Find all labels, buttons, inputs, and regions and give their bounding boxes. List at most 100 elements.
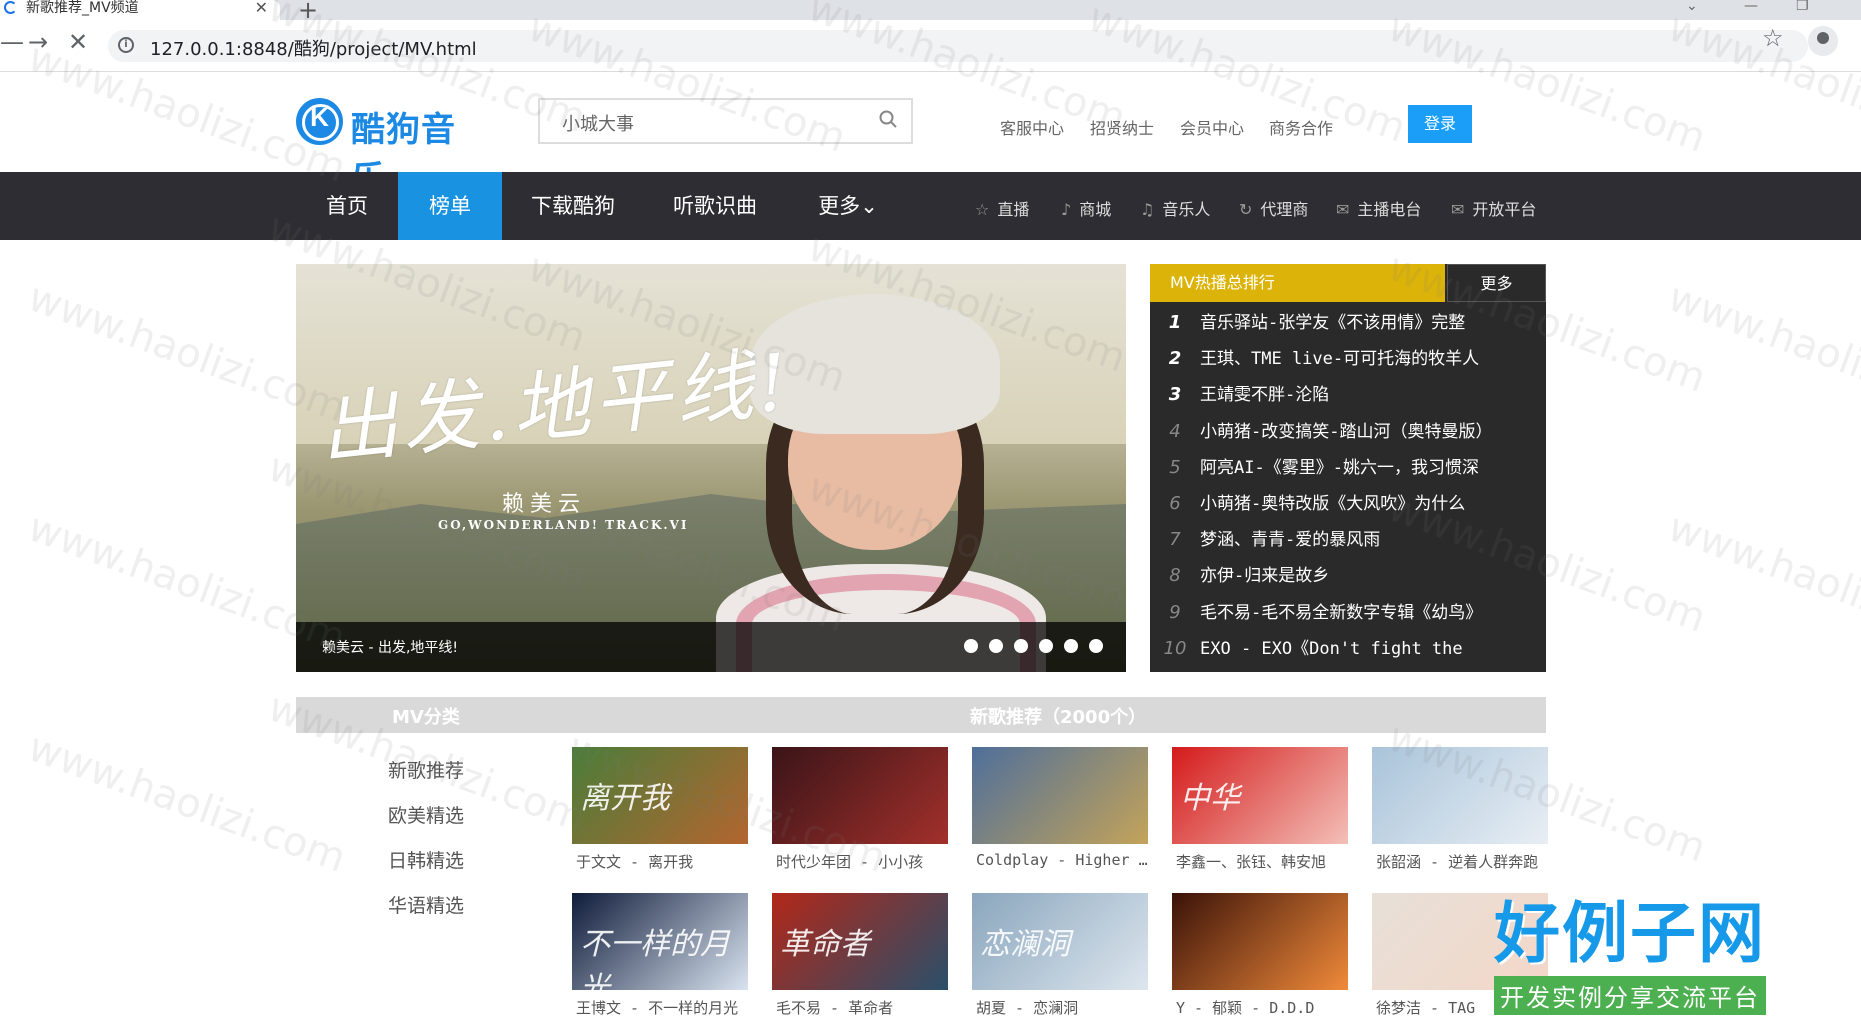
mv-card[interactable]: 革命者毛不易 - 革命者 bbox=[772, 893, 948, 1018]
main-nav: 首页 榜单 下载酷狗 听歌识曲 更多⌄ ☆ 直播 ♪ 商城 ♫ 音乐人 ↻ 代理商 ✉ 主… bbox=[0, 172, 1861, 240]
mv-caption[interactable]: 时代少年团 - 小小孩 bbox=[772, 851, 948, 872]
url-box[interactable]: i 127.0.0.1:8848/酷狗/project/MV.html bbox=[108, 30, 1808, 62]
nav-sub-mall[interactable]: ♪ 商城 bbox=[1061, 196, 1111, 220]
mv-thumbnail[interactable] bbox=[1172, 893, 1348, 990]
carousel-dot[interactable] bbox=[1014, 639, 1028, 653]
nav-sub-live[interactable]: ☆ 直播 bbox=[975, 196, 1029, 220]
nav-sub-agent[interactable]: ↻ 代理商 bbox=[1239, 196, 1308, 220]
stop-icon[interactable]: ✕ bbox=[68, 28, 88, 56]
mv-card[interactable]: 张韶涵 - 逆着人群奔跑 bbox=[1372, 747, 1548, 872]
link-jobs[interactable]: 招贤纳士 bbox=[1090, 115, 1154, 139]
mv-thumbnail[interactable] bbox=[972, 747, 1148, 844]
site-info-icon[interactable]: i bbox=[118, 37, 134, 53]
nav-sub-radio[interactable]: ✉ 主播电台 bbox=[1336, 196, 1421, 220]
mv-card[interactable]: 中华李鑫一、张钰、韩安旭 bbox=[1172, 747, 1348, 872]
link-business[interactable]: 商务合作 bbox=[1269, 115, 1333, 139]
category-new[interactable]: 新歌推荐 bbox=[388, 756, 464, 801]
carousel-dot[interactable] bbox=[989, 639, 1003, 653]
ranking-item[interactable]: 7 梦涵、青青-爱的暴风雨 bbox=[1150, 522, 1546, 558]
category-chinese[interactable]: 华语精选 bbox=[388, 891, 464, 936]
close-tab-icon[interactable]: ✕ bbox=[255, 0, 268, 16]
rank-number: 4 bbox=[1169, 420, 1181, 442]
browser-tab[interactable]: 新歌推荐_MV频道 ✕ bbox=[0, 0, 280, 20]
mv-caption[interactable]: 李鑫一、张钰、韩安旭 bbox=[1172, 851, 1348, 872]
mv-banner[interactable]: 出发.地平线! 赖美云 GO,WONDERLAND! TRACK.VI 赖美云 … bbox=[296, 264, 1126, 672]
mv-caption[interactable]: 张韶涵 - 逆着人群奔跑 bbox=[1372, 851, 1548, 872]
nav-download[interactable]: 下载酷狗 bbox=[520, 172, 626, 240]
nav-charts[interactable]: 榜单 bbox=[398, 172, 502, 240]
category-jpkr[interactable]: 日韩精选 bbox=[388, 846, 464, 891]
ranking-item[interactable]: 5 阿亮AI-《雾里》-姚六一，我习惯深 bbox=[1150, 450, 1546, 486]
back-icon[interactable]: — bbox=[0, 28, 24, 56]
rank-number: 2 bbox=[1168, 348, 1182, 370]
watermark-text: www.haolizi.com bbox=[22, 724, 352, 882]
kugou-logo[interactable]: K 酷狗音乐 bbox=[296, 96, 488, 199]
nav-more-label: 更多 bbox=[818, 194, 861, 218]
forward-icon[interactable]: → bbox=[28, 28, 48, 56]
mv-thumbnail[interactable]: 中华 bbox=[1172, 747, 1348, 844]
minimize-icon[interactable]: — bbox=[1744, 0, 1758, 14]
rank-number: 7 bbox=[1169, 529, 1181, 551]
mv-card[interactable]: 时代少年团 - 小小孩 bbox=[772, 747, 948, 872]
nav-more[interactable]: 更多⌄ bbox=[808, 172, 888, 240]
nav-sub-label: 代理商 bbox=[1260, 200, 1309, 219]
ranking-item[interactable]: 2 王琪、TME live-可可托海的牧羊人 bbox=[1150, 341, 1546, 377]
login-button[interactable]: 登录 bbox=[1408, 105, 1472, 143]
mv-card[interactable]: 不一样的月光王博文 - 不一样的月光 bbox=[572, 893, 748, 1018]
search-input[interactable]: 小城大事 bbox=[562, 110, 634, 136]
carousel-dot[interactable] bbox=[1089, 639, 1103, 653]
category-western[interactable]: 欧美精选 bbox=[388, 801, 464, 846]
ranking-item[interactable]: 9 毛不易-毛不易全新数字专辑《幼鸟》 bbox=[1150, 595, 1546, 631]
ranking-item[interactable]: 8 亦伊-归来是故乡 bbox=[1150, 558, 1546, 594]
mv-caption[interactable]: 胡夏 - 恋澜洞 bbox=[972, 997, 1148, 1018]
mv-card[interactable]: Y - 郁颖 - D.D.D bbox=[1172, 893, 1348, 1018]
bookmark-star-icon[interactable]: ☆ bbox=[1762, 24, 1784, 52]
mv-thumbnail[interactable]: 离开我 bbox=[572, 747, 748, 844]
rank-title: 音乐驿站-张学友《不该用情》完整 bbox=[1200, 313, 1466, 333]
nav-song-recognition[interactable]: 听歌识曲 bbox=[664, 172, 766, 240]
mv-thumbnail[interactable]: 革命者 bbox=[772, 893, 948, 990]
carousel-dot[interactable] bbox=[1064, 639, 1078, 653]
mv-card[interactable]: Coldplay - Higher Power bbox=[972, 747, 1148, 869]
ranking-item[interactable]: 10 EXO - EXO《Don't fight the bbox=[1150, 631, 1546, 667]
nav-sub-open-platform[interactable]: ✉ 开放平台 bbox=[1451, 196, 1536, 220]
mv-caption[interactable]: 于文文 - 离开我 bbox=[572, 851, 748, 872]
ranking-item[interactable]: 4 小萌猪-改变搞笑-踏山河（奥特曼版） bbox=[1150, 414, 1546, 450]
mv-caption[interactable]: 毛不易 - 革命者 bbox=[772, 997, 948, 1018]
rank-number: 8 bbox=[1169, 565, 1181, 587]
ranking-title: MV热播总排行 bbox=[1150, 264, 1445, 302]
link-customer-service[interactable]: 客服中心 bbox=[1000, 115, 1064, 139]
search-box[interactable]: 小城大事 bbox=[538, 98, 913, 144]
carousel-dot[interactable] bbox=[964, 639, 978, 653]
rank-title: 小萌猪-改变搞笑-踏山河（奥特曼版） bbox=[1200, 421, 1493, 442]
link-membership[interactable]: 会员中心 bbox=[1180, 115, 1244, 139]
mv-card[interactable]: 离开我于文文 - 离开我 bbox=[572, 747, 748, 872]
rank-title: EXO - EXO《Don't fight the bbox=[1200, 638, 1463, 659]
star-icon: ☆ bbox=[975, 200, 990, 219]
tab-search-icon[interactable]: ⌄ bbox=[1686, 0, 1698, 14]
carousel-dot[interactable] bbox=[1039, 639, 1053, 653]
corner-logo-small: 开发实例分享交流平台 bbox=[1494, 976, 1766, 1015]
mv-card[interactable]: 恋澜洞胡夏 - 恋澜洞 bbox=[972, 893, 1148, 1018]
rank-title: 小萌猪-奥特改版《大风吹》为什么 bbox=[1200, 493, 1466, 514]
ranking-item[interactable]: 1 音乐驿站-张学友《不该用情》完整 bbox=[1150, 305, 1546, 341]
mv-thumbnail[interactable] bbox=[1372, 747, 1548, 844]
nav-home[interactable]: 首页 bbox=[296, 172, 398, 240]
mv-thumbnail[interactable]: 恋澜洞 bbox=[972, 893, 1148, 990]
logo-letter: K bbox=[310, 102, 329, 132]
rank-number: 3 bbox=[1168, 384, 1182, 406]
mv-thumbnail-text: 离开我 bbox=[580, 781, 670, 816]
restore-icon[interactable]: ❐ bbox=[1796, 0, 1809, 14]
new-songs-title: 新歌推荐（2000个） bbox=[970, 707, 1147, 728]
ranking-more-button[interactable]: 更多 bbox=[1447, 264, 1546, 302]
mv-thumbnail[interactable]: 不一样的月光 bbox=[572, 893, 748, 990]
mv-caption[interactable]: Y - 郁颖 - D.D.D bbox=[1172, 997, 1348, 1018]
mv-thumbnail[interactable] bbox=[772, 747, 948, 844]
nav-sub-musician[interactable]: ♫ 音乐人 bbox=[1140, 196, 1210, 220]
search-icon[interactable] bbox=[879, 110, 897, 128]
mv-caption[interactable]: Coldplay - Higher Power bbox=[972, 851, 1148, 869]
profile-avatar-icon[interactable] bbox=[1808, 26, 1838, 56]
mv-caption[interactable]: 王博文 - 不一样的月光 bbox=[572, 997, 748, 1018]
ranking-item[interactable]: 3 王靖雯不胖-沦陷 bbox=[1150, 377, 1546, 413]
ranking-item[interactable]: 6 小萌猪-奥特改版《大风吹》为什么 bbox=[1150, 486, 1546, 522]
